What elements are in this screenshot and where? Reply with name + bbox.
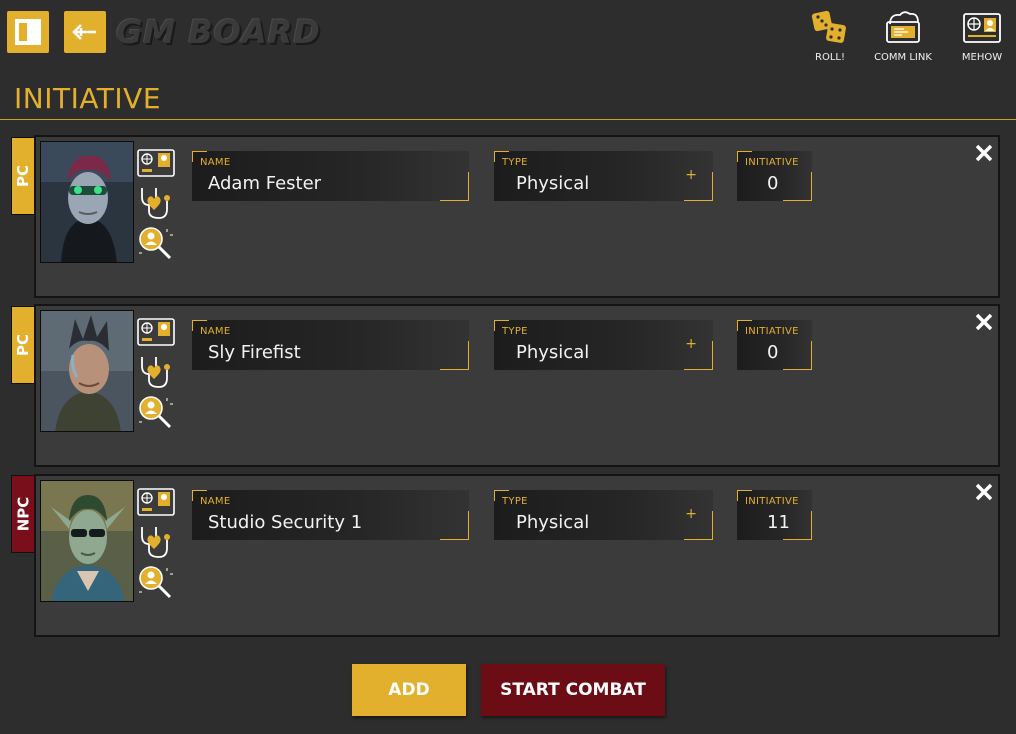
plus-icon: + bbox=[685, 167, 697, 183]
plus-icon: + bbox=[685, 506, 697, 522]
magnifier-person-icon bbox=[139, 227, 173, 260]
initiative-field[interactable]: INITIATIVE 0 bbox=[737, 320, 812, 370]
combatant-card: NAME Adam Fester TYPE Physical + INITIAT… bbox=[34, 135, 1000, 298]
type-value: Physical bbox=[516, 173, 590, 194]
comm-link-button[interactable]: COMM LINK bbox=[873, 10, 933, 63]
name-field[interactable]: NAME Adam Fester bbox=[192, 151, 469, 201]
roll-button[interactable]: ROLL! bbox=[800, 10, 860, 63]
combatant-card: NAME Sly Firefist TYPE Physical + INITIA… bbox=[34, 304, 1000, 467]
character-sheet-button[interactable] bbox=[137, 484, 177, 520]
name-value: Adam Fester bbox=[208, 173, 322, 194]
initiative-field[interactable]: INITIATIVE 11 bbox=[737, 490, 812, 540]
toggle-sidebar-button[interactable] bbox=[7, 11, 49, 53]
id-card-icon bbox=[137, 318, 175, 346]
id-card-icon bbox=[963, 13, 1001, 43]
character-sheet-button[interactable] bbox=[137, 145, 177, 181]
health-button[interactable] bbox=[137, 354, 177, 390]
id-card-icon bbox=[137, 149, 175, 177]
remove-button[interactable] bbox=[972, 310, 996, 334]
initiative-value: 0 bbox=[767, 173, 779, 194]
mehow-button[interactable]: MEHOW bbox=[952, 10, 1012, 63]
id-card-icon bbox=[137, 488, 175, 516]
mehow-label: MEHOW bbox=[961, 52, 1003, 63]
comm-link-icon bbox=[886, 11, 920, 43]
pc-tag: PC bbox=[11, 137, 35, 215]
dice-icon bbox=[811, 10, 846, 43]
close-icon bbox=[975, 483, 993, 501]
name-value: Studio Security 1 bbox=[208, 512, 363, 533]
portrait-elf[interactable] bbox=[40, 480, 134, 602]
close-icon bbox=[975, 144, 993, 162]
remove-button[interactable] bbox=[972, 480, 996, 504]
type-value: Physical bbox=[516, 342, 590, 363]
inspect-button[interactable] bbox=[137, 225, 177, 261]
portrait-adam[interactable] bbox=[40, 141, 134, 263]
inspect-button[interactable] bbox=[137, 564, 177, 600]
portrait-sly[interactable] bbox=[40, 310, 134, 432]
section-title: INITIATIVE bbox=[14, 82, 162, 115]
health-button[interactable] bbox=[137, 185, 177, 221]
name-value: Sly Firefist bbox=[208, 342, 301, 363]
roll-label: ROLL! bbox=[815, 52, 845, 63]
add-button[interactable]: ADD bbox=[352, 664, 466, 716]
inspect-button[interactable] bbox=[137, 394, 177, 430]
combatant-card: NAME Studio Security 1 TYPE Physical + I… bbox=[34, 474, 1000, 637]
initiative-value: 11 bbox=[767, 512, 790, 533]
magnifier-person-icon bbox=[139, 566, 173, 599]
magnifier-person-icon bbox=[139, 396, 173, 429]
type-select[interactable]: TYPE Physical + bbox=[494, 320, 713, 370]
initiative-field[interactable]: INITIATIVE 0 bbox=[737, 151, 812, 201]
type-select[interactable]: TYPE Physical + bbox=[494, 490, 713, 540]
name-field[interactable]: NAME Sly Firefist bbox=[192, 320, 469, 370]
start-combat-button[interactable]: START COMBAT bbox=[481, 664, 665, 716]
comm-link-label: COMM LINK bbox=[874, 52, 932, 63]
app-logo: GM BOARD bbox=[116, 13, 321, 51]
npc-tag: NPC bbox=[11, 475, 35, 553]
stethoscope-icon bbox=[141, 357, 170, 388]
sidebar-toggle-icon bbox=[15, 19, 41, 45]
remove-button[interactable] bbox=[972, 141, 996, 165]
health-button[interactable] bbox=[137, 524, 177, 560]
back-button[interactable] bbox=[64, 11, 106, 53]
back-arrow-icon bbox=[72, 24, 96, 40]
type-select[interactable]: TYPE Physical + bbox=[494, 151, 713, 201]
stethoscope-icon bbox=[141, 527, 170, 558]
initiative-value: 0 bbox=[767, 342, 779, 363]
character-sheet-button[interactable] bbox=[137, 314, 177, 350]
close-icon bbox=[975, 313, 993, 331]
header: GM BOARD ROLL! COMM LINK MEHOW bbox=[0, 0, 1016, 80]
pc-tag: PC bbox=[11, 306, 35, 384]
divider bbox=[0, 119, 1016, 120]
stethoscope-icon bbox=[141, 188, 170, 219]
type-value: Physical bbox=[516, 512, 590, 533]
name-field[interactable]: NAME Studio Security 1 bbox=[192, 490, 469, 540]
plus-icon: + bbox=[685, 336, 697, 352]
